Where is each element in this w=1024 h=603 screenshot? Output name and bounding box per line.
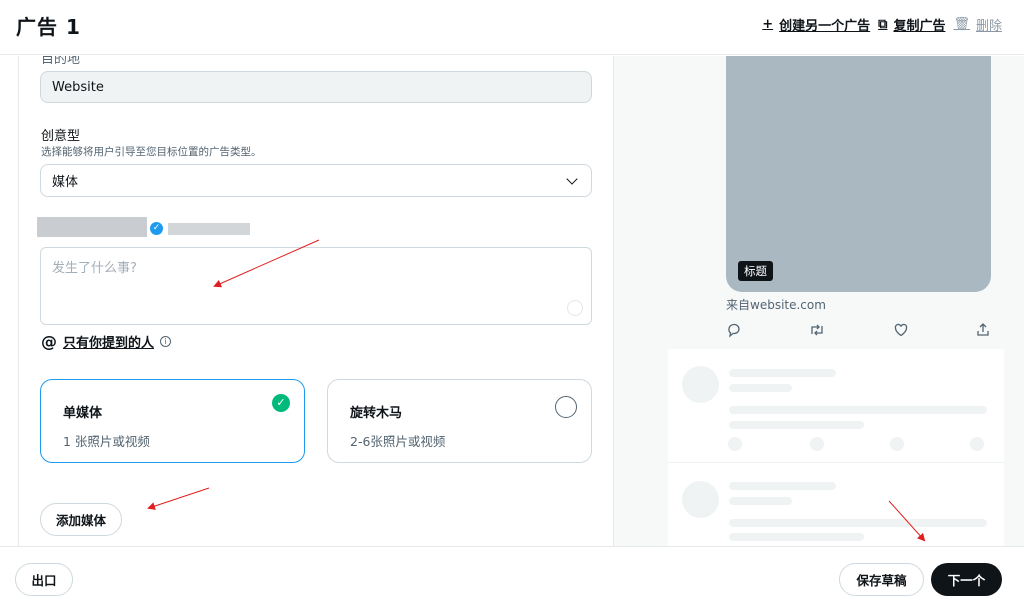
single-media-title: 单媒体 — [63, 406, 103, 421]
skeleton-avatar — [682, 481, 719, 518]
info-icon[interactable]: i — [160, 336, 172, 347]
carousel-desc: 2-6张照片或视频 — [350, 434, 446, 449]
copy-ad-label: 复制广告 — [893, 19, 946, 34]
tweet-compose-box — [40, 247, 592, 325]
skeleton-feed — [668, 349, 1004, 546]
skeleton-avatar — [682, 366, 719, 403]
skeleton-tweet — [668, 464, 1004, 546]
verified-badge-icon: ✓ — [150, 222, 163, 235]
tweet-action-row — [726, 322, 991, 338]
carousel-card[interactable]: 旋转木马 2-6张照片或视频 — [327, 379, 592, 463]
reply-settings[interactable]: @ 只有你提到的人 i — [41, 332, 172, 351]
delete-ad-link[interactable]: 🗑 删除 — [953, 15, 1002, 34]
media-headline-tag: 标题 — [738, 261, 773, 281]
copy-icon: ⧉ — [878, 17, 888, 32]
single-media-card[interactable]: 单媒体 1 张照片或视频 ✓ — [40, 379, 305, 463]
page-title: 广告 1 — [16, 15, 81, 39]
delete-ad-label: 删除 — [975, 19, 1002, 34]
skeleton-tweet — [668, 349, 1004, 463]
character-counter-icon — [567, 300, 583, 316]
exit-button[interactable]: 出口 — [15, 563, 73, 596]
next-button[interactable]: 下一个 — [931, 563, 1002, 596]
tweet-text-input[interactable] — [52, 257, 580, 297]
creative-type-select[interactable]: 媒体 — [40, 164, 592, 197]
single-media-desc: 1 张照片或视频 — [63, 434, 150, 449]
copy-ad-link[interactable]: ⧉ 复制广告 — [878, 15, 945, 34]
redacted-account-name — [37, 217, 147, 237]
at-icon: @ — [41, 332, 57, 351]
header-actions: + 创建另一个广告 ⧉ 复制广告 🗑 删除 — [762, 15, 1002, 34]
creative-type-value: 媒体 — [52, 175, 79, 190]
bottom-bar: 出口 保存草稿 下一个 — [0, 546, 1024, 603]
reply-settings-label: 只有你提到的人 — [63, 336, 155, 351]
carousel-title: 旋转木马 — [350, 406, 403, 421]
creative-sublabel: 选择能够将用户引导至您目标位置的广告类型。 — [41, 146, 262, 158]
destination-label: 目的地 — [41, 56, 81, 67]
like-icon[interactable] — [893, 322, 909, 338]
reply-icon[interactable] — [726, 322, 742, 338]
create-another-ad-link[interactable]: + 创建另一个广告 — [762, 15, 870, 34]
checkmark-icon: ✓ — [272, 394, 290, 412]
add-media-button[interactable]: 添加媒体 — [40, 503, 123, 536]
save-draft-button[interactable]: 保存草稿 — [839, 563, 924, 596]
plus-icon: + — [762, 17, 774, 32]
retweet-icon[interactable] — [808, 322, 826, 338]
media-preview: 标题 — [726, 56, 991, 292]
trash-icon: 🗑 — [953, 17, 970, 32]
chevron-down-icon — [566, 172, 578, 185]
radio-icon[interactable] — [555, 396, 577, 418]
creative-label: 创意型 — [41, 129, 81, 144]
top-bar: 广告 1 + 创建另一个广告 ⧉ 复制广告 🗑 删除 — [0, 0, 1024, 55]
share-icon[interactable] — [975, 322, 991, 338]
ad-preview-panel: 标题 来自website.com — [614, 56, 1024, 546]
source-domain: 来自website.com — [726, 298, 826, 312]
redacted-handle — [168, 223, 250, 235]
destination-value: Website — [52, 79, 104, 95]
create-another-ad-label: 创建另一个广告 — [779, 19, 871, 34]
ad-form-panel: 目的地 Website 创意型 选择能够将用户引导至您目标位置的广告类型。 媒体… — [18, 56, 614, 546]
destination-field: Website — [40, 71, 592, 103]
